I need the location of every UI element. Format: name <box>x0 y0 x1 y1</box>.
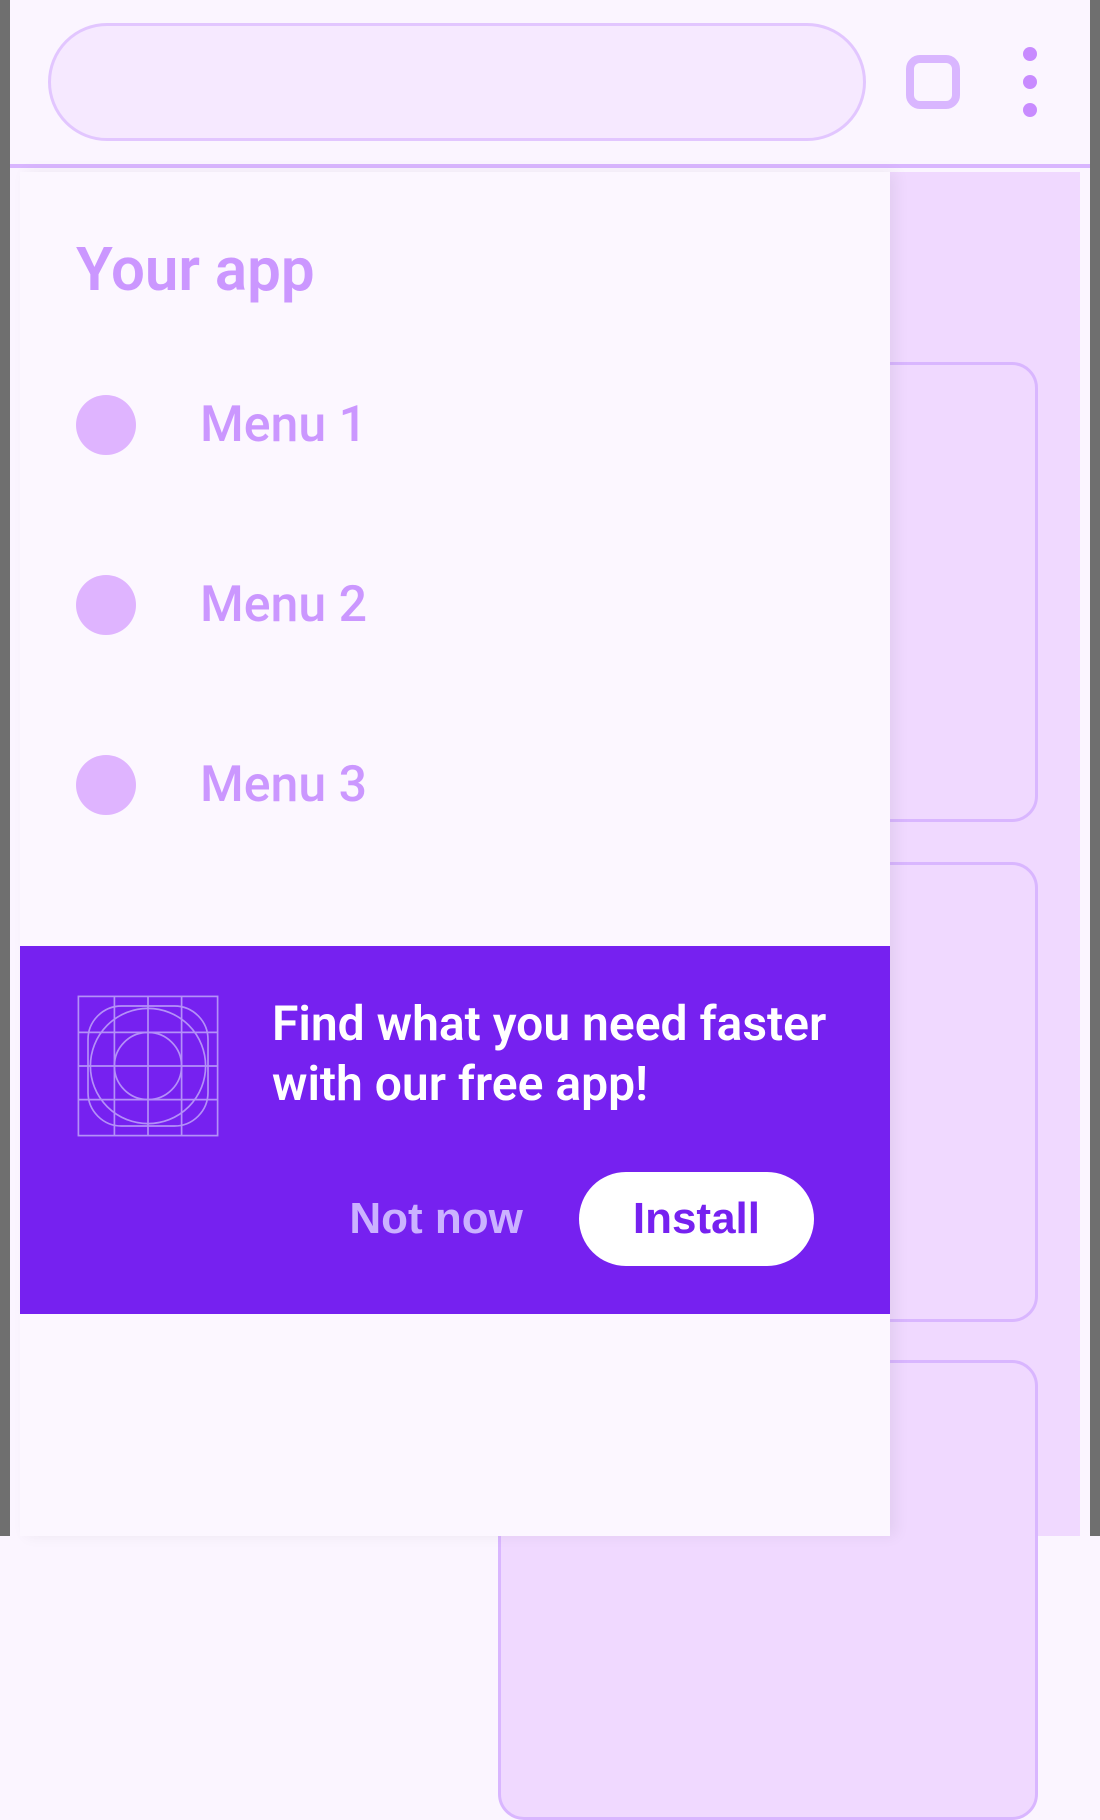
menu-label: Menu 3 <box>200 756 367 814</box>
menu-bullet-icon <box>76 755 136 815</box>
menu-list: Menu 1 Menu 2 Menu 3 <box>20 305 890 815</box>
app-blueprint-icon <box>76 994 220 1138</box>
nav-drawer: Your app Menu 1 Menu 2 Menu 3 <box>20 172 890 1536</box>
not-now-button[interactable]: Not now <box>339 1180 533 1258</box>
menu-item-2[interactable]: Menu 2 <box>76 575 890 635</box>
menu-label: Menu 1 <box>200 396 367 454</box>
kebab-menu-icon[interactable] <box>1000 42 1060 122</box>
menu-label: Menu 2 <box>200 576 367 634</box>
tabs-icon[interactable] <box>906 55 960 109</box>
address-bar[interactable] <box>48 23 866 141</box>
menu-item-3[interactable]: Menu 3 <box>76 755 890 815</box>
menu-bullet-icon <box>76 395 136 455</box>
promo-text: Find what you need faster with our free … <box>272 994 838 1113</box>
browser-topbar <box>10 0 1090 168</box>
install-promo-banner: Find what you need faster with our free … <box>20 946 890 1314</box>
install-button[interactable]: Install <box>579 1172 814 1266</box>
menu-bullet-icon <box>76 575 136 635</box>
menu-item-1[interactable]: Menu 1 <box>76 395 890 455</box>
app-title: Your app <box>20 172 890 305</box>
